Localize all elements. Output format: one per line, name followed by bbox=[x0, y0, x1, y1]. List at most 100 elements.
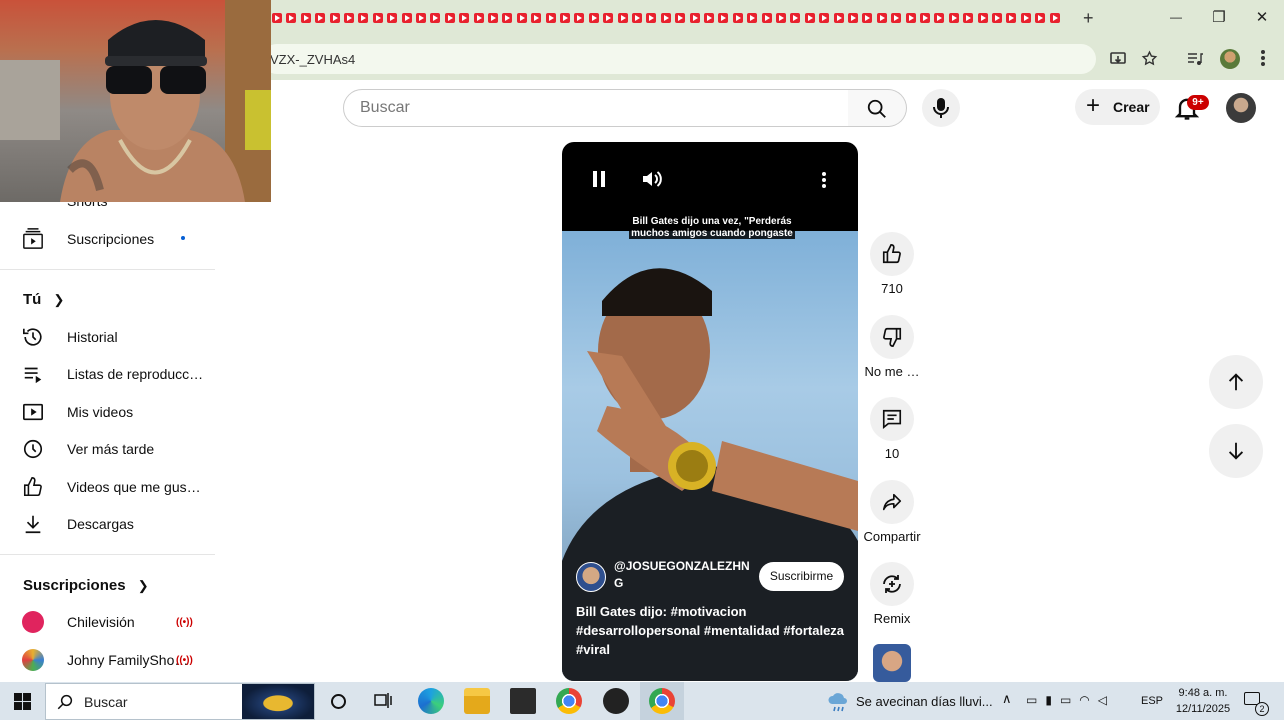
subscription-item[interactable]: Johny FamilySho… ((•)) bbox=[0, 641, 215, 678]
youtube-tab-favicon[interactable] bbox=[992, 13, 1002, 23]
shorts-player[interactable]: Bill Gates dijo una vez, "Perderás mucho… bbox=[562, 142, 858, 681]
youtube-tab-favicon[interactable] bbox=[704, 13, 714, 23]
youtube-tab-favicon[interactable] bbox=[329, 13, 340, 23]
close-window-button[interactable]: ✕ bbox=[1247, 8, 1277, 26]
sidebar-item-watch-later[interactable]: Ver más tarde bbox=[0, 430, 215, 467]
youtube-tab-favicon[interactable] bbox=[1035, 13, 1046, 23]
youtube-tab-favicon[interactable] bbox=[372, 13, 383, 23]
weather-text[interactable]: Se avecinan días lluvi... bbox=[856, 694, 993, 709]
share-button[interactable] bbox=[870, 480, 914, 524]
youtube-tab-favicon[interactable] bbox=[790, 13, 801, 23]
youtube-tab-favicon[interactable] bbox=[948, 13, 959, 23]
youtube-tab-favicon[interactable] bbox=[718, 13, 729, 23]
restore-button[interactable]: ❐ bbox=[1204, 8, 1234, 26]
sidebar-item-liked-videos[interactable]: Videos que me gus… bbox=[0, 468, 215, 505]
voice-search-button[interactable] bbox=[922, 89, 960, 127]
you-section-title[interactable]: Tú ❯ bbox=[23, 291, 64, 308]
youtube-tab-favicon[interactable] bbox=[804, 13, 815, 23]
media-controls-icon[interactable] bbox=[1187, 51, 1203, 67]
next-short-button[interactable] bbox=[1209, 424, 1263, 478]
short-description[interactable]: Bill Gates dijo: #motivacion #desarrollo… bbox=[576, 602, 846, 659]
youtube-tab-favicon[interactable] bbox=[1049, 13, 1060, 23]
youtube-tab-favicon[interactable] bbox=[560, 13, 570, 23]
youtube-tab-favicon[interactable] bbox=[387, 13, 398, 23]
youtube-tab-favicon[interactable] bbox=[732, 13, 743, 23]
subscriptions-section-title[interactable]: Suscripciones ❯ bbox=[23, 577, 149, 594]
search-button[interactable] bbox=[848, 89, 907, 127]
youtube-tab-favicon[interactable] bbox=[588, 13, 599, 23]
youtube-tab-favicon[interactable] bbox=[1006, 13, 1017, 23]
remix-button[interactable] bbox=[870, 562, 914, 606]
pause-icon[interactable] bbox=[591, 169, 607, 189]
youtube-tab-favicon[interactable] bbox=[531, 13, 542, 23]
youtube-tab-favicon[interactable] bbox=[473, 13, 484, 23]
browser-menu-icon[interactable] bbox=[1261, 50, 1265, 66]
language-indicator[interactable]: ESP bbox=[1141, 695, 1163, 707]
search-input[interactable]: Buscar bbox=[343, 89, 849, 127]
new-tab-button[interactable]: + bbox=[1083, 8, 1094, 29]
youtube-tab-favicon[interactable] bbox=[876, 13, 887, 23]
volume-icon[interactable] bbox=[640, 167, 664, 191]
tray-chevron-icon[interactable]: ∧ bbox=[1002, 691, 1012, 707]
youtube-tab-favicon[interactable] bbox=[358, 13, 369, 23]
windows-start-icon[interactable] bbox=[14, 693, 31, 710]
youtube-tab-favicon[interactable] bbox=[646, 13, 657, 23]
bookmark-star-icon[interactable] bbox=[1141, 50, 1158, 67]
youtube-tab-favicon[interactable] bbox=[660, 13, 671, 23]
youtube-tab-favicon[interactable] bbox=[401, 13, 412, 23]
previous-short-button[interactable] bbox=[1209, 355, 1263, 409]
weather-icon[interactable] bbox=[826, 690, 850, 714]
youtube-tab-favicon[interactable] bbox=[862, 13, 873, 23]
youtube-tab-favicon[interactable] bbox=[502, 13, 513, 23]
chrome-active-icon[interactable] bbox=[649, 688, 675, 714]
tray-icons[interactable]: ▭▮▭◠◁ bbox=[1026, 693, 1115, 707]
address-bar[interactable]: VZX-_ZVHAs4 bbox=[262, 44, 1096, 74]
youtube-tab-favicon[interactable] bbox=[444, 13, 455, 23]
profile-avatar-icon[interactable] bbox=[1220, 49, 1240, 69]
youtube-tab-favicon[interactable] bbox=[603, 13, 614, 23]
subscribe-button[interactable]: Suscribirme bbox=[759, 562, 844, 591]
chrome-icon[interactable] bbox=[556, 688, 582, 714]
youtube-tab-favicon[interactable] bbox=[963, 13, 974, 23]
more-options-icon[interactable] bbox=[822, 172, 826, 188]
cortana-icon[interactable] bbox=[331, 694, 346, 709]
edge-icon[interactable] bbox=[418, 688, 444, 714]
youtube-tab-favicon[interactable] bbox=[977, 13, 988, 23]
sidebar-item-downloads[interactable]: Descargas bbox=[0, 505, 215, 542]
youtube-tab-favicon[interactable] bbox=[689, 13, 700, 23]
youtube-tab-favicon[interactable] bbox=[300, 13, 311, 23]
youtube-tab-favicon[interactable] bbox=[747, 13, 758, 23]
youtube-tab-favicon[interactable] bbox=[416, 13, 426, 23]
youtube-tab-favicon[interactable] bbox=[1020, 13, 1031, 23]
subscription-item[interactable]: Chilevisión ((•)) bbox=[0, 603, 215, 640]
youtube-tab-favicon[interactable] bbox=[891, 13, 902, 23]
youtube-tab-favicon[interactable] bbox=[315, 13, 326, 23]
youtube-tab-favicon[interactable] bbox=[920, 13, 930, 23]
sidebar-item-playlists[interactable]: Listas de reproducc… bbox=[0, 355, 215, 392]
youtube-tab-favicon[interactable] bbox=[488, 13, 498, 23]
minimize-button[interactable]: — bbox=[1161, 10, 1191, 24]
mail-icon[interactable] bbox=[510, 688, 536, 714]
channel-avatar[interactable] bbox=[576, 562, 606, 592]
youtube-tab-favicon[interactable] bbox=[286, 13, 297, 23]
youtube-tab-favicon[interactable] bbox=[516, 13, 527, 23]
comments-button[interactable] bbox=[870, 397, 914, 441]
youtube-tab-favicon[interactable] bbox=[272, 13, 282, 23]
youtube-tab-favicon[interactable] bbox=[819, 13, 830, 23]
sidebar-item-history[interactable]: Historial bbox=[0, 318, 215, 355]
youtube-tab-favicon[interactable] bbox=[833, 13, 844, 23]
sidebar-item-my-videos[interactable]: Mis videos bbox=[0, 393, 215, 430]
sound-thumbnail[interactable] bbox=[873, 644, 911, 682]
sidebar-item-subscriptions[interactable]: Suscripciones bbox=[0, 220, 215, 257]
youtube-tab-favicon[interactable] bbox=[459, 13, 470, 23]
account-avatar[interactable] bbox=[1226, 93, 1256, 123]
youtube-tab-favicon[interactable] bbox=[776, 13, 786, 23]
like-button[interactable] bbox=[870, 232, 914, 276]
channel-name[interactable]: @JOSUEGONZALEZHNG bbox=[614, 558, 754, 592]
youtube-tab-favicon[interactable] bbox=[848, 13, 858, 23]
file-explorer-icon[interactable] bbox=[464, 688, 490, 714]
taskbar-search-box[interactable]: Buscar bbox=[45, 683, 315, 720]
taskbar-clock[interactable]: 9:48 a. m. 12/11/2025 bbox=[1168, 685, 1238, 717]
dislike-button[interactable] bbox=[870, 315, 914, 359]
app-icon[interactable] bbox=[603, 688, 629, 714]
